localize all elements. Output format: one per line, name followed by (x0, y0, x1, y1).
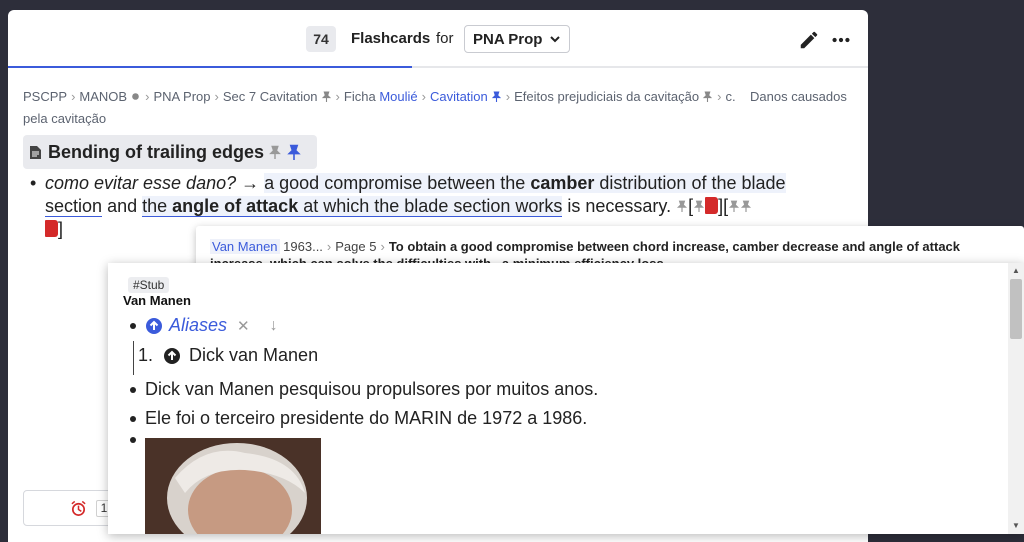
bold-term: angle of attack (172, 196, 299, 216)
portrait-image[interactable] (145, 438, 321, 534)
bracket-close: ] (58, 219, 64, 239)
aliases-property[interactable]: Aliases (169, 315, 227, 336)
edit-icon[interactable] (798, 29, 820, 51)
bullet-dot (130, 322, 136, 329)
list-item: Aliases ✕ ↓ (130, 315, 278, 336)
pin-icon (702, 91, 713, 102)
answer-text: section (45, 196, 103, 217)
pin-icon[interactable] (676, 200, 688, 212)
pin-icon[interactable] (286, 144, 302, 160)
tag-badge[interactable]: #Stub (128, 277, 170, 293)
breadcrumb-separator: › (326, 239, 332, 254)
for-label: for (436, 30, 454, 47)
pin-icon[interactable] (268, 145, 282, 159)
book-icon[interactable] (705, 197, 719, 214)
close-icon[interactable]: ✕ (237, 317, 250, 335)
arrow-glyph: → (241, 173, 260, 193)
answer-text: distribution of the blade (599, 173, 786, 193)
popup-page-title[interactable]: Van Manen (123, 293, 191, 308)
card-count-badge: 74 (306, 26, 336, 52)
scrollbar[interactable]: ▲ ▼ (1008, 263, 1024, 534)
breadcrumb-item[interactable]: c. (725, 89, 735, 104)
answer-text: and (107, 196, 138, 216)
pin-icon (321, 91, 331, 102)
more-options-icon[interactable] (830, 29, 852, 51)
indent-guide (133, 341, 134, 375)
list-item: Ele foi o terceiro presidente do MARIN d… (130, 408, 587, 429)
breadcrumb-item[interactable]: PNA Prop (153, 89, 210, 104)
scrollbar-thumb[interactable] (1010, 279, 1022, 339)
arrow-up-circle-icon[interactable] (145, 317, 163, 335)
answer-text: at which the blade section works (303, 196, 563, 216)
portrait-photo (145, 438, 321, 534)
breadcrumb-item[interactable]: Efeitos prejudiciais da cavitação (514, 89, 699, 104)
bullet-dot (130, 437, 136, 443)
arrow-down-icon[interactable]: ↓ (270, 317, 278, 335)
arrow-up-circle-icon[interactable] (163, 347, 181, 365)
answer-text: the (142, 196, 168, 216)
collapsed-icon (132, 93, 139, 100)
list-item: 1. Dick van Manen (138, 345, 318, 366)
deck-select[interactable]: PNA Prop (464, 25, 570, 53)
pin-icon[interactable] (728, 200, 740, 212)
breadcrumb-item[interactable]: Ficha (344, 89, 376, 104)
breadcrumb-separator: › (71, 89, 76, 104)
reference-page: Page 5 (335, 239, 377, 254)
pin-icon[interactable] (740, 200, 752, 212)
breadcrumb-separator: › (145, 89, 150, 104)
bullet-dot (130, 386, 136, 393)
breadcrumb-separator: › (214, 89, 219, 104)
alarm-clock-icon (71, 500, 86, 516)
breadcrumb-item[interactable]: MANOB (79, 89, 127, 104)
flashcard-header: 74 Flashcards for PNA Prop (8, 10, 868, 68)
list-item (130, 437, 145, 443)
list-item: Dick van Manen pesquisou propulsores por… (130, 379, 598, 400)
flashcards-label: Flashcards (351, 30, 431, 47)
review-progress-bar (8, 66, 413, 68)
breadcrumb-item[interactable]: Sec 7 Cavitation (223, 89, 318, 104)
breadcrumb-separator: › (421, 89, 426, 104)
page-preview-popup: #Stub Van Manen Aliases ✕ ↓ 1. Dick van … (108, 263, 1024, 534)
reference-year: 1963... (283, 239, 323, 254)
reference-line: Van Manen 1963... › Page 5 › To obtain a goo… (210, 239, 960, 254)
answer-text: is necessary. (567, 196, 672, 216)
bullet-dot (130, 415, 136, 422)
breadcrumb-item[interactable]: Moulié (379, 89, 417, 104)
answer-text: a good compromise between the (264, 173, 526, 193)
timer-control[interactable]: 1 (23, 490, 119, 526)
chevron-down-icon (550, 36, 560, 43)
book-icon[interactable] (45, 220, 58, 237)
document-icon (30, 145, 41, 159)
alias-value: Dick van Manen (189, 345, 319, 365)
bullet-dot: • (30, 173, 37, 193)
breadcrumb-separator: › (505, 89, 511, 104)
breadcrumb-separator: › (380, 239, 385, 254)
bracket-close-open: ][ (718, 196, 729, 216)
scroll-down-arrow[interactable]: ▼ (1011, 521, 1021, 531)
bold-term: camber (530, 173, 595, 193)
page-title: Bending of trailing edges (48, 141, 265, 162)
breadcrumb-item[interactable]: PSCPP (23, 89, 67, 104)
block-text: Ele foi o terceiro presidente do MARIN d… (145, 408, 588, 428)
block-text: Dick van Manen pesquisou propulsores por… (145, 379, 599, 399)
list-number: 1. (138, 345, 154, 365)
pin-icon (491, 91, 501, 102)
deck-select-value: PNA Prop (473, 30, 543, 48)
reference-author[interactable]: Van Manen (210, 239, 280, 254)
pin-icon[interactable] (693, 200, 705, 212)
breadcrumb-separator: › (335, 89, 340, 104)
page-title-chip[interactable]: Bending of trailing edges (23, 135, 317, 169)
question-text: como evitar esse dano? (45, 173, 237, 193)
scroll-up-arrow[interactable]: ▲ (1011, 266, 1021, 276)
reference-quote: To obtain a good compromise between chor… (388, 239, 961, 254)
breadcrumb-separator: › (717, 89, 722, 104)
breadcrumb-item[interactable]: Cavitation (430, 89, 488, 104)
breadcrumb: PSCPP › MANOB › PNA Prop › Sec 7 Cavitation › Fi… (23, 86, 853, 130)
